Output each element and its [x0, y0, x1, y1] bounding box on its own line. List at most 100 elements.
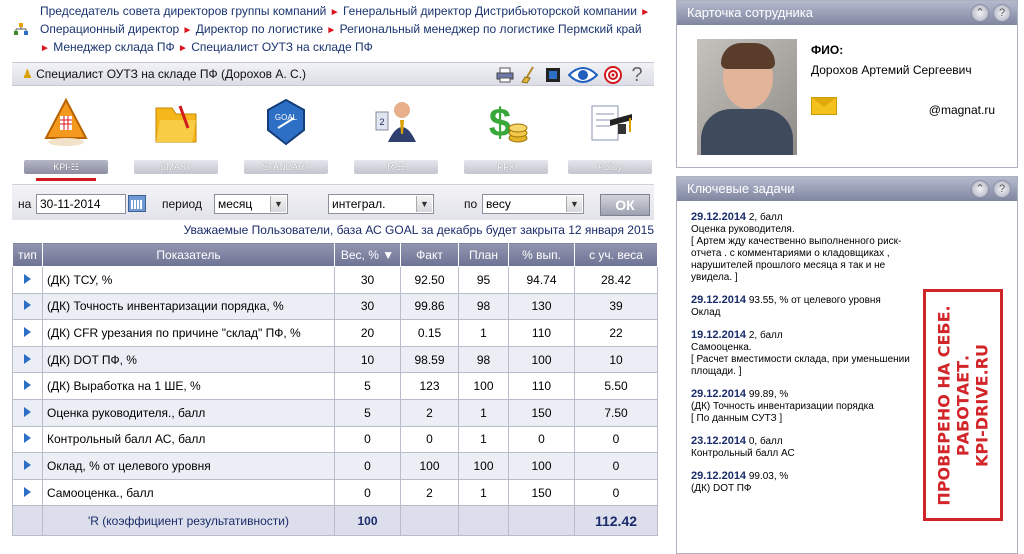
- mode-select[interactable]: интеграл. ▼: [328, 194, 434, 214]
- row-expand-cell[interactable]: [12, 425, 43, 454]
- weighted-cell: 28.42: [574, 266, 658, 294]
- table-row[interactable]: (ДК) ТСУ, % 30 92.50 95 94.74 28.42: [12, 266, 658, 294]
- footer-total: 112.42: [574, 505, 658, 537]
- task-item[interactable]: 29.12.2014 99.89, % (ДК) Точность инвента…: [691, 388, 921, 425]
- table-row[interactable]: (ДК) Точность инвентаризации порядка, % 3…: [12, 292, 658, 321]
- ok-button[interactable]: ОК: [600, 194, 650, 216]
- table-header: тип Показатель Вес, % ▼ Факт План % вып.…: [12, 242, 658, 267]
- row-expand-cell[interactable]: [12, 398, 43, 427]
- breadcrumb-item[interactable]: Генеральный директор Дистрибьюторской ко…: [343, 4, 637, 18]
- task-meta: 0, балл: [746, 436, 783, 447]
- module-kpi[interactable]: KPI-☷: [24, 94, 108, 181]
- table-row[interactable]: (ДК) Выработка на 1 ШЕ, % 5 123 100 110 5.50: [12, 372, 658, 400]
- envelope-icon[interactable]: [811, 97, 837, 115]
- weight-cell: 30: [334, 266, 401, 294]
- col-weighted[interactable]: с уч. веса: [574, 242, 658, 267]
- task-item[interactable]: 29.12.2014 2, балл Оценка руководителя.[ …: [691, 211, 921, 284]
- email-link[interactable]: @magnat.ru: [929, 103, 995, 117]
- task-item[interactable]: 23.12.2014 0, балл Контрольный балл АС: [691, 435, 921, 460]
- col-percent[interactable]: % вып.: [508, 242, 575, 267]
- plan-cell: 100: [458, 452, 509, 480]
- eye-icon[interactable]: [568, 66, 598, 84]
- weighted-cell: 0: [574, 478, 658, 507]
- film-icon[interactable]: [544, 66, 562, 84]
- col-type[interactable]: тип: [12, 242, 43, 267]
- user-title-wrap: ♟ Специалист ОУТЗ на складе ПФ (Дорохов …: [22, 67, 306, 81]
- play-arrow-icon: [24, 300, 31, 311]
- collapse-icon[interactable]: ⌃: [971, 180, 989, 198]
- employee-card: Карточка сотрудника ⌃ ? ФИО: Дорохов Арт…: [676, 0, 1018, 168]
- breadcrumb-item[interactable]: Региональный менеджер по логистике Пермс…: [340, 22, 642, 36]
- percent-cell: 110: [508, 372, 575, 400]
- fact-cell: 99.86: [400, 292, 459, 321]
- help-icon[interactable]: ?: [628, 64, 646, 86]
- calendar-icon[interactable]: [128, 195, 146, 212]
- module-bar: KPI-☷ SMART GOAL STANDART 2 R-☷ $ PFX Po…: [12, 94, 654, 181]
- indicator-cell[interactable]: (ДК) Выработка на 1 ШЕ, %: [42, 372, 335, 400]
- employee-photo: [697, 39, 797, 155]
- breadcrumb-item[interactable]: Директор по логистике: [196, 22, 323, 36]
- indicator-cell[interactable]: (ДК) ТСУ, %: [42, 266, 335, 294]
- row-expand-cell[interactable]: [12, 452, 43, 480]
- module-smart[interactable]: SMART: [134, 94, 218, 178]
- fact-cell: 100: [400, 452, 459, 480]
- help-icon[interactable]: ?: [993, 180, 1011, 198]
- target-icon[interactable]: [604, 66, 622, 84]
- indicator-cell[interactable]: Оценка руководителя., балл: [42, 398, 335, 427]
- col-weight[interactable]: Вес, % ▼: [334, 242, 401, 267]
- col-fact[interactable]: Факт: [400, 242, 459, 267]
- plan-cell: 95: [458, 266, 509, 294]
- task-date: 23.12.2014: [691, 435, 747, 447]
- fio-label: ФИО:: [811, 43, 844, 57]
- col-plan[interactable]: План: [458, 242, 509, 267]
- indicator-cell[interactable]: Контрольный балл АС, балл: [42, 425, 335, 454]
- row-expand-cell[interactable]: [12, 292, 43, 321]
- breadcrumb-item[interactable]: Менеджер склада ПФ: [53, 40, 174, 54]
- task-note: [ Расчет вместимости склада, при уменьше…: [691, 354, 910, 377]
- key-tasks-panel: Ключевые задачи ⌃ ? 29.12.2014 2, балл Оц…: [676, 176, 1018, 554]
- table-row[interactable]: (ДК) CFR урезания по причине "склад" ПФ,…: [12, 319, 658, 347]
- indicator-cell[interactable]: (ДК) DOT ПФ, %: [42, 345, 335, 374]
- chevron-down-icon: ▼: [270, 196, 286, 212]
- arrow-right-icon: ►: [326, 25, 337, 36]
- help-icon[interactable]: ?: [993, 4, 1011, 22]
- table-row[interactable]: Оценка руководителя., балл 5 2 1 150 7.50: [12, 398, 658, 427]
- breadcrumb-item[interactable]: Председатель совета директоров группы ко…: [40, 4, 326, 18]
- module-pfx[interactable]: $ PFX: [464, 94, 548, 178]
- task-date: 29.12.2014: [691, 388, 747, 400]
- indicator-cell[interactable]: (ДК) CFR урезания по причине "склад" ПФ,…: [42, 319, 335, 347]
- weight-cell: 20: [334, 319, 401, 347]
- row-expand-cell[interactable]: [12, 372, 43, 400]
- task-meta: 2, балл: [746, 212, 783, 223]
- task-item[interactable]: 29.12.2014 93.55, % от целевого уровня Ок…: [691, 294, 921, 319]
- date-input[interactable]: [36, 194, 126, 214]
- col-indicator[interactable]: Показатель: [42, 242, 335, 267]
- module-policy[interactable]: Policy: [568, 94, 652, 178]
- stamp-line: РАБОТАЕТ.: [953, 354, 973, 456]
- table-row[interactable]: (ДК) DOT ПФ, % 10 98.59 98 100 10: [12, 345, 658, 374]
- task-item[interactable]: 19.12.2014 2, балл Самооценка.[ Расчет вм…: [691, 329, 921, 378]
- table-row[interactable]: Оклад, % от целевого уровня 0 100 100 100 0: [12, 452, 658, 480]
- table-row[interactable]: Контрольный балл АС, балл 0 0 1 0 0: [12, 425, 658, 454]
- by-select[interactable]: весу ▼: [482, 194, 584, 214]
- play-arrow-icon: [24, 326, 31, 337]
- indicator-cell[interactable]: Самооценка., балл: [42, 478, 335, 507]
- row-expand-cell[interactable]: [12, 266, 43, 294]
- period-select[interactable]: месяц ▼: [214, 194, 288, 214]
- row-expand-cell[interactable]: [12, 319, 43, 347]
- breadcrumb-item[interactable]: Операционный директор: [40, 22, 179, 36]
- table-row[interactable]: Самооценка., балл 0 2 1 150 0: [12, 478, 658, 507]
- module-standart[interactable]: GOAL STANDART: [244, 94, 328, 178]
- indicator-cell[interactable]: (ДК) Точность инвентаризации порядка, %: [42, 292, 335, 321]
- task-date: 29.12.2014: [691, 211, 747, 223]
- row-expand-cell[interactable]: [12, 345, 43, 374]
- collapse-icon[interactable]: ⌃: [971, 4, 989, 22]
- module-r[interactable]: 2 R-☷: [354, 94, 438, 178]
- print-icon[interactable]: [496, 66, 514, 84]
- indicator-cell[interactable]: Оклад, % от целевого уровня: [42, 452, 335, 480]
- task-item[interactable]: 29.12.2014 99.03, % (ДК) DOT ПФ: [691, 470, 921, 495]
- period-label: период: [162, 197, 202, 211]
- weighted-cell: 0: [574, 452, 658, 480]
- row-expand-cell[interactable]: [12, 478, 43, 507]
- brush-icon[interactable]: [520, 66, 538, 84]
